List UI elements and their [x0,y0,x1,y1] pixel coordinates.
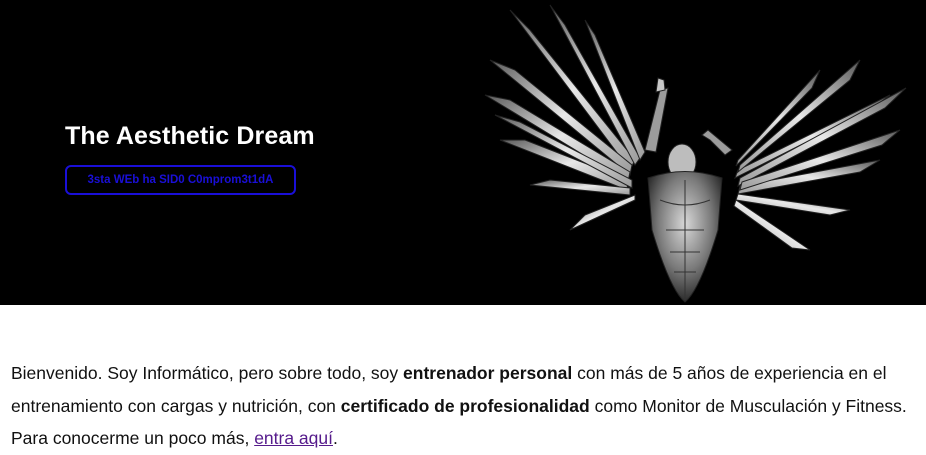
about-link[interactable]: entra aquí [254,428,333,448]
intro-bold-personal-trainer: entrenador personal [403,363,573,383]
winged-man-icon [484,4,907,303]
intro-bold-certificate: certificado de profesionalidad [340,395,590,416]
hero-button[interactable]: 3sta WEb ha SID0 C0mprom3t1dA [65,165,296,195]
hero-banner: The Aesthetic Dream 3sta WEb ha SID0 C0m… [0,0,926,305]
intro-text-1: Bienvenido. Soy Informático, pero sobre … [11,363,404,383]
intro-text-4: . [333,428,338,448]
hero-title: The Aesthetic Dream [65,122,315,150]
intro-paragraph: Bienvenido. Soy Informático, pero sobre … [11,357,916,455]
